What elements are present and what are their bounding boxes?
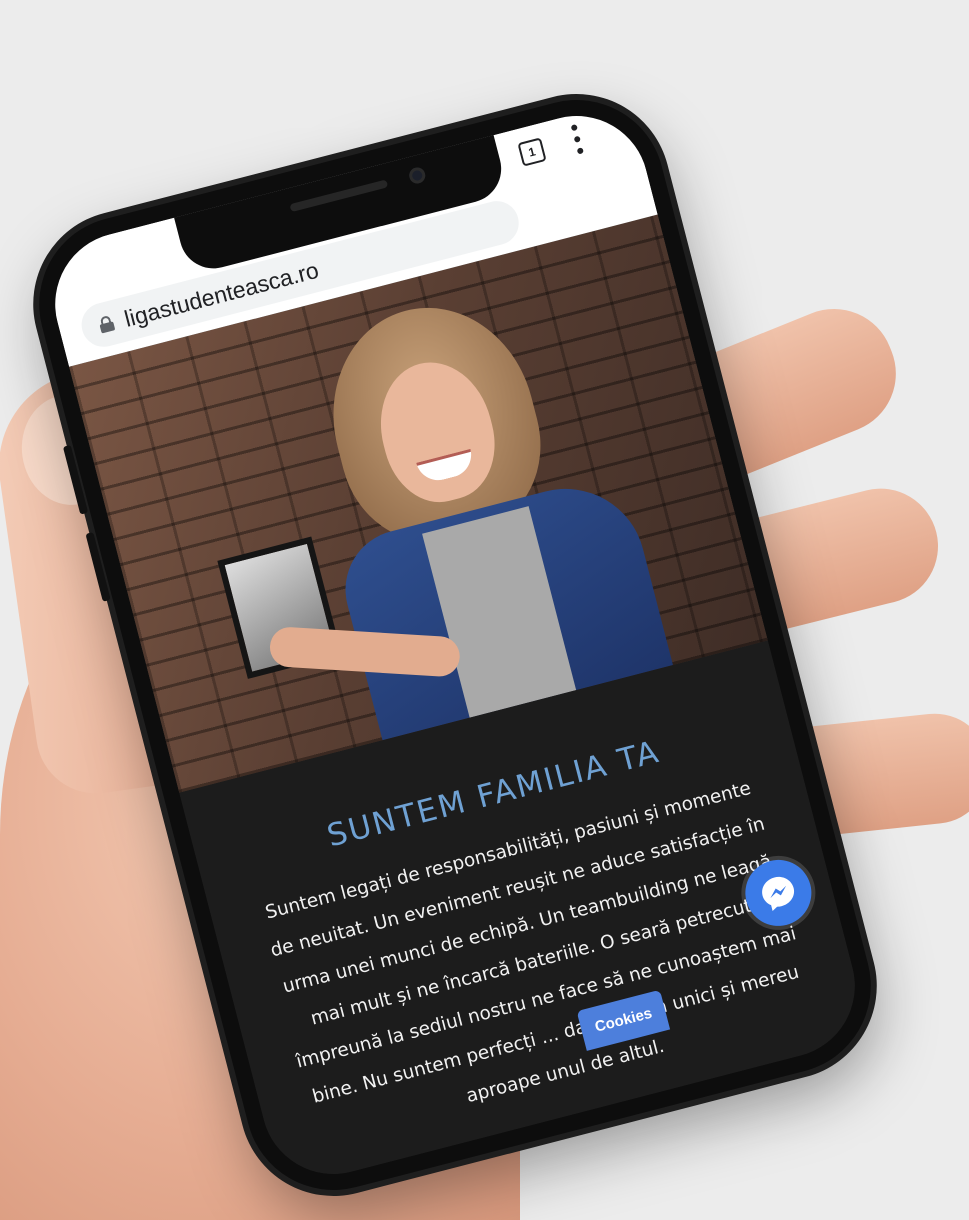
messenger-icon <box>762 876 795 911</box>
lock-icon <box>98 315 116 334</box>
tabs-icon[interactable]: 1 <box>517 137 547 167</box>
tab-count: 1 <box>527 144 538 160</box>
more-vert-icon[interactable] <box>570 124 585 155</box>
camera <box>407 165 427 186</box>
speaker <box>289 179 389 213</box>
